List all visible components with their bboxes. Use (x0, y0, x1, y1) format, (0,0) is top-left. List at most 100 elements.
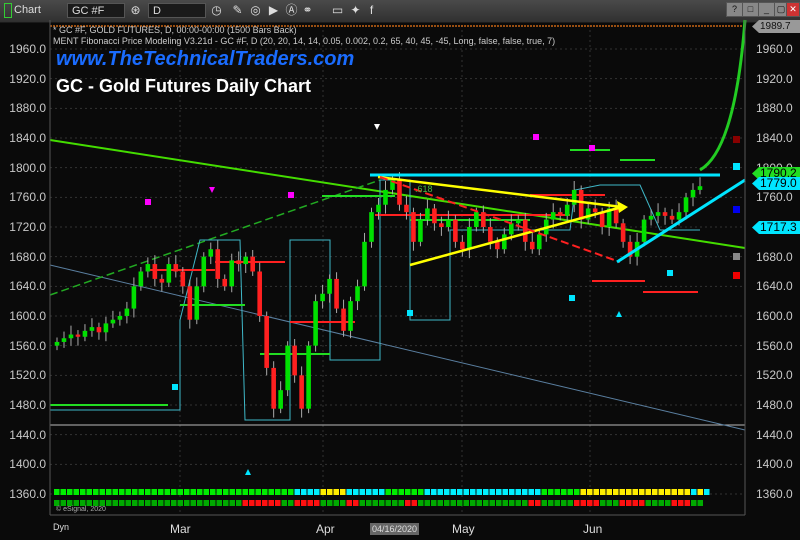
dyn-button[interactable]: Dyn (53, 522, 69, 532)
magenta-marker (589, 145, 595, 151)
signal-dot (496, 489, 502, 495)
signal-dot (450, 489, 456, 495)
candle-body (285, 345, 290, 391)
signal-dot (99, 489, 105, 495)
candles (54, 172, 703, 418)
signal-dot (366, 500, 372, 506)
signal-dot (229, 489, 235, 495)
signal-dot (80, 489, 86, 495)
y-tick-left: 1920.0 (9, 71, 46, 86)
signal-dot (177, 489, 183, 495)
candle-body (508, 223, 514, 235)
candle-body (648, 215, 654, 220)
signal-dot (457, 489, 463, 495)
signal-dot (73, 489, 79, 495)
signal-dot (307, 500, 313, 506)
level-label-1717: 1717.3 (752, 221, 800, 234)
signal-dot (301, 500, 307, 506)
candle-body (446, 219, 451, 227)
signal-dot (691, 500, 697, 506)
candle-body (222, 278, 228, 287)
candle-body (404, 204, 409, 213)
candle-body (683, 197, 689, 213)
signal-dot (561, 489, 567, 495)
candle-body (453, 219, 458, 242)
candle-body (75, 334, 81, 337)
candle-body (187, 286, 193, 320)
signal-dot (275, 489, 281, 495)
signal-dot (203, 500, 209, 506)
signal-dot (548, 500, 554, 506)
signal-dot (632, 500, 638, 506)
signal-dot (405, 500, 411, 506)
signal-dot (561, 500, 567, 506)
signal-dot (639, 500, 645, 506)
signal-dot (665, 500, 671, 506)
candle-body (592, 208, 598, 213)
signal-dot (249, 489, 255, 495)
signal-dot (229, 500, 235, 506)
signal-dot (255, 489, 261, 495)
signal-dot (541, 489, 547, 495)
signal-dot (210, 489, 216, 495)
signal-dot (125, 500, 131, 506)
signal-dot (372, 489, 378, 495)
y-tick-right: 1360.0 (756, 487, 793, 501)
signal-dot (405, 489, 411, 495)
candle-body (159, 278, 165, 283)
signal-dot (385, 489, 391, 495)
signal-dot (554, 500, 560, 506)
study-header: MENT Fibonacci Price Modeling V3.21d - G… (53, 36, 556, 46)
signal-dot (294, 500, 300, 506)
signal-dot (268, 489, 274, 495)
x-tick-may: May (452, 522, 475, 536)
signal-dot (678, 500, 684, 506)
y-tick-right: 1520.0 (756, 368, 793, 383)
signal-dot (333, 500, 339, 506)
signal-dot (398, 500, 404, 506)
gray-marker (733, 253, 740, 260)
signal-dot (600, 500, 606, 506)
candle-body (376, 204, 381, 213)
top-price-label: 1989.7 (752, 20, 800, 33)
y-tick-right: 1560.0 (756, 338, 793, 353)
candle-body (299, 375, 304, 409)
signal-dot (483, 489, 489, 495)
signal-dot (418, 500, 424, 506)
candle-body (418, 219, 423, 242)
signal-dot (372, 500, 378, 506)
candle-body (201, 256, 207, 287)
candle-body (334, 278, 339, 309)
signal-dot (470, 489, 476, 495)
white-triangle-icon (374, 124, 380, 130)
signal-dot (171, 489, 177, 495)
y-tick-right: 1480.0 (756, 397, 793, 412)
signal-dot (112, 489, 118, 495)
signal-dot (255, 500, 261, 506)
candle-body (522, 219, 528, 242)
signal-dot (392, 489, 398, 495)
candle-body (320, 293, 325, 302)
signal-dot (184, 500, 190, 506)
y-tick-left: 1640.0 (9, 279, 46, 294)
y-tick-left: 1360.0 (9, 487, 46, 501)
signal-dot (138, 500, 144, 506)
signal-dot (626, 500, 632, 506)
y-tick-left: 1760.0 (9, 190, 46, 205)
signal-dot (151, 489, 157, 495)
signal-dot (359, 500, 365, 506)
signal-dot (489, 489, 495, 495)
candle-body (313, 301, 318, 346)
chart-title: GC - Gold Futures Daily Chart (56, 76, 312, 96)
red-marker (733, 272, 740, 279)
signal-dot (340, 500, 346, 506)
signal-dot (359, 489, 365, 495)
signal-dot (158, 500, 164, 506)
candle-body (145, 264, 151, 272)
signal-dot (398, 489, 404, 495)
candle-body (110, 319, 116, 324)
candle-body (348, 301, 353, 331)
signal-dot (216, 500, 222, 506)
candle-body (550, 212, 556, 220)
signal-dot (145, 500, 151, 506)
